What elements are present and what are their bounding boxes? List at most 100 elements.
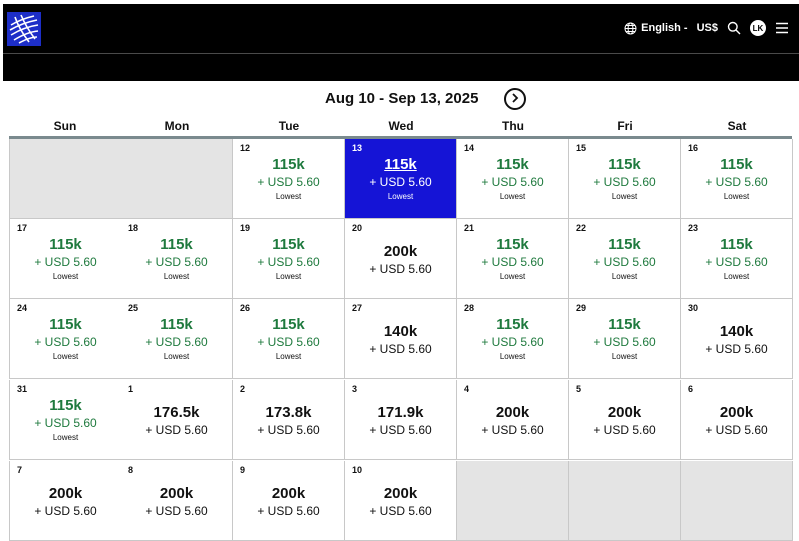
day-cell[interactable]: 3 171.9k + USD 5.60 [345, 380, 457, 460]
fee-amount: + USD 5.60 [705, 342, 768, 356]
weekday-label: Fri [617, 119, 633, 133]
day-number: 2 [240, 384, 246, 394]
day-cell[interactable]: 7 200k + USD 5.60 [9, 461, 122, 541]
day-cell[interactable]: 15 115k + USD 5.60 Lowest [569, 139, 681, 219]
empty-day-cell [121, 139, 233, 219]
day-cell[interactable]: 23 115k + USD 5.60 Lowest [681, 219, 793, 299]
lowest-tag: Lowest [611, 272, 638, 281]
day-cell[interactable]: 30 140k + USD 5.60 [681, 299, 793, 379]
day-cell[interactable]: 22 115k + USD 5.60 Lowest [569, 219, 681, 299]
lowest-tag: Lowest [387, 192, 414, 201]
day-cell[interactable]: 16 115k + USD 5.60 Lowest [681, 139, 793, 219]
day-cell[interactable]: 25 115k + USD 5.60 Lowest [121, 299, 233, 379]
menu-button[interactable] [775, 22, 789, 34]
fee-amount: + USD 5.60 [257, 504, 320, 518]
weekday-label: Thu [502, 119, 524, 133]
lowest-tag: Lowest [52, 433, 79, 442]
day-cell[interactable]: 29 115k + USD 5.60 Lowest [569, 299, 681, 379]
fee-amount: + USD 5.60 [481, 335, 544, 349]
day-cell[interactable]: 21 115k + USD 5.60 Lowest [457, 219, 569, 299]
day-number: 19 [240, 223, 251, 233]
miles-price: 115k [49, 316, 82, 333]
lowest-tag: Lowest [611, 352, 638, 361]
miles-price: 115k [49, 397, 82, 414]
day-cell[interactable]: 24 115k + USD 5.60 Lowest [9, 299, 122, 379]
miles-price: 200k [48, 485, 83, 502]
weekday-header: Sun Mon Tue Wed Thu Fri Sat [9, 119, 792, 136]
fee-amount: + USD 5.60 [593, 175, 656, 189]
fee-amount: + USD 5.60 [705, 255, 768, 269]
day-cell[interactable]: 26 115k + USD 5.60 Lowest [233, 299, 345, 379]
miles-price: 115k [608, 236, 641, 253]
fee-amount: + USD 5.60 [145, 255, 208, 269]
fee-amount: + USD 5.60 [145, 335, 208, 349]
fee-amount: + USD 5.60 [593, 255, 656, 269]
day-cell[interactable]: 6 200k + USD 5.60 [681, 380, 793, 460]
day-number: 20 [352, 223, 363, 233]
lowest-tag: Lowest [163, 272, 190, 281]
day-number: 9 [240, 465, 246, 475]
day-number: 23 [688, 223, 699, 233]
day-cell[interactable]: 5 200k + USD 5.60 [569, 380, 681, 460]
day-number: 25 [128, 303, 139, 313]
day-cell[interactable]: 1 176.5k + USD 5.60 [121, 380, 233, 460]
selected-day-cell[interactable]: 13 115k + USD 5.60 Lowest [345, 139, 457, 219]
weekday-label: Tue [278, 119, 300, 133]
fee-amount: + USD 5.60 [593, 423, 656, 437]
next-range-button[interactable] [504, 88, 526, 110]
day-number: 12 [240, 143, 251, 153]
day-cell[interactable]: 28 115k + USD 5.60 Lowest [457, 299, 569, 379]
day-cell[interactable]: 4 200k + USD 5.60 [457, 380, 569, 460]
miles-price: 115k [608, 316, 641, 333]
day-number: 6 [688, 384, 694, 394]
lowest-tag: Lowest [499, 192, 526, 201]
miles-price: 140k [383, 323, 418, 340]
fee-amount: + USD 5.60 [34, 504, 97, 518]
day-number: 4 [464, 384, 470, 394]
globe-icon [624, 22, 637, 35]
day-cell[interactable]: 10 200k + USD 5.60 [345, 461, 457, 541]
day-cell[interactable]: 27 140k + USD 5.60 [345, 299, 457, 379]
day-number: 8 [128, 465, 134, 475]
day-cell[interactable]: 8 200k + USD 5.60 [121, 461, 233, 541]
day-cell[interactable]: 9 200k + USD 5.60 [233, 461, 345, 541]
miles-price: 200k [383, 485, 418, 502]
miles-price: 115k [496, 156, 529, 173]
day-cell[interactable]: 31 115k + USD 5.60 Lowest [9, 380, 122, 460]
day-cell[interactable]: 19 115k + USD 5.60 Lowest [233, 219, 345, 299]
day-number: 18 [128, 223, 139, 233]
globe-logo-icon[interactable] [7, 12, 41, 46]
fee-amount: + USD 5.60 [257, 423, 320, 437]
search-button[interactable] [727, 21, 741, 35]
date-range-header: Aug 10 - Sep 13, 2025 [0, 88, 799, 110]
miles-price: 200k [495, 404, 530, 421]
miles-price: 115k [160, 236, 193, 253]
day-cell[interactable]: 12 115k + USD 5.60 Lowest [233, 139, 345, 219]
miles-price: 200k [607, 404, 642, 421]
weekday-label: Sun [53, 119, 77, 133]
fee-amount: + USD 5.60 [593, 335, 656, 349]
lowest-tag: Lowest [723, 272, 750, 281]
day-cell[interactable]: 20 200k + USD 5.60 [345, 219, 457, 299]
day-number: 1 [128, 384, 134, 394]
day-number: 17 [17, 223, 28, 233]
currency-selector[interactable]: US$ [697, 22, 718, 34]
empty-day-cell [9, 139, 122, 219]
lowest-tag: Lowest [611, 192, 638, 201]
fee-amount: + USD 5.60 [705, 423, 768, 437]
day-number: 10 [352, 465, 363, 475]
day-cell[interactable]: 18 115k + USD 5.60 Lowest [121, 219, 233, 299]
day-number: 26 [240, 303, 251, 313]
day-cell[interactable]: 2 173.8k + USD 5.60 [233, 380, 345, 460]
language-selector[interactable]: English - [624, 22, 688, 35]
fee-amount: + USD 5.60 [145, 423, 208, 437]
miles-price: 115k [496, 236, 529, 253]
day-cell[interactable]: 17 115k + USD 5.60 Lowest [9, 219, 122, 299]
lowest-tag: Lowest [163, 352, 190, 361]
profile-button[interactable]: LK [750, 20, 766, 36]
miles-price: 115k [608, 156, 641, 173]
lowest-tag: Lowest [275, 272, 302, 281]
miles-price: 200k [383, 243, 418, 260]
miles-price: 115k [720, 236, 753, 253]
day-cell[interactable]: 14 115k + USD 5.60 Lowest [457, 139, 569, 219]
